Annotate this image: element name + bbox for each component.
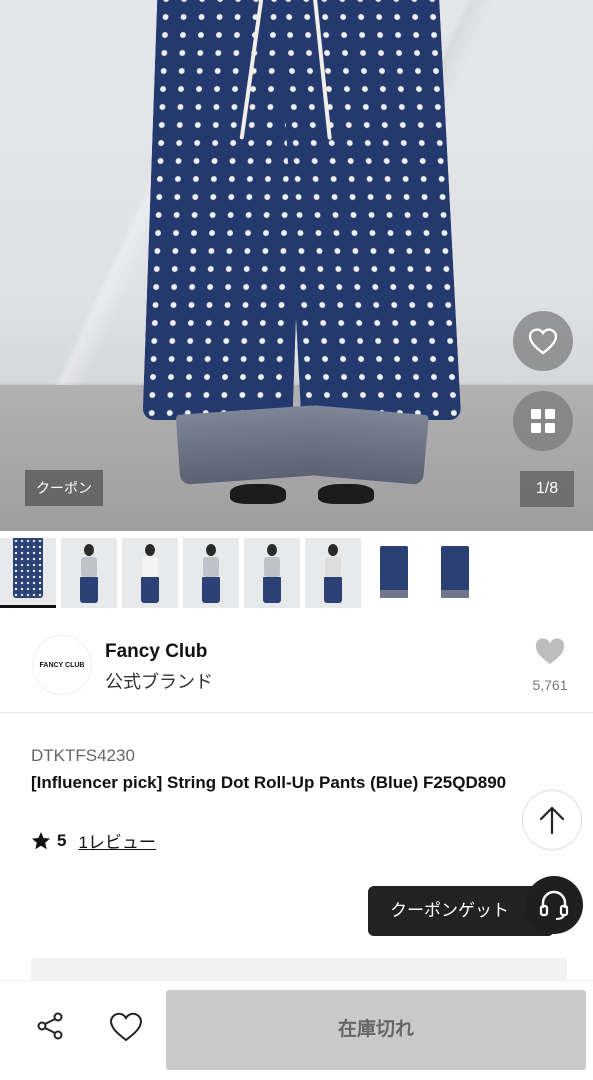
rating-score: 5: [57, 830, 67, 850]
thumbnail-strip[interactable]: [0, 538, 593, 614]
bottom-action-bar: 在庫切れ: [0, 980, 593, 1080]
thumbnail-image[interactable]: [244, 538, 300, 608]
wishlist-button[interactable]: [108, 1011, 144, 1048]
customer-support-button[interactable]: [525, 876, 583, 934]
brand-official-label: 公式ブランド: [105, 672, 213, 692]
shoe-right: [318, 484, 374, 504]
brand-favorite-button[interactable]: 5,761: [528, 638, 572, 693]
product-rating: 5 1レビュー: [31, 828, 156, 853]
thumbnail-image[interactable]: [183, 538, 239, 608]
like-button[interactable]: [513, 311, 573, 371]
divider: [0, 712, 593, 713]
pants-thumb: [13, 538, 43, 598]
coupon-tag: クーポン: [25, 470, 103, 506]
polka-dot-pants: [142, 0, 462, 430]
arrow-up-icon: [539, 806, 565, 835]
heart-icon: [109, 1012, 143, 1042]
product-code: DTKTFS4230: [31, 746, 135, 765]
brand-logo[interactable]: FANCY CLUB: [32, 635, 92, 695]
star-icon: [32, 831, 50, 849]
brand-row[interactable]: FANCY CLUB Fancy Club 公式ブランド 5,761: [0, 630, 593, 710]
shoe-left: [230, 484, 286, 504]
gallery-grid-button[interactable]: [513, 391, 573, 451]
thumbnail-image[interactable]: [61, 538, 117, 608]
brand-favorite-count: 5,761: [532, 677, 568, 693]
grid-icon: [531, 409, 555, 433]
scroll-to-top-button[interactable]: [522, 790, 582, 850]
thumbnail-image[interactable]: [305, 538, 361, 608]
product-main-image[interactable]: クーポン 1/8: [0, 0, 593, 531]
headset-icon: [539, 890, 569, 920]
thumbnail-image[interactable]: [122, 538, 178, 608]
pants-cuff-right: [305, 404, 429, 486]
sold-out-button[interactable]: 在庫切れ: [166, 990, 586, 1070]
share-icon: [37, 1012, 63, 1040]
heart-icon: [535, 638, 565, 664]
image-page-indicator: 1/8: [520, 471, 574, 507]
thumbnail-image[interactable]: [366, 538, 422, 608]
pants-cuff-left: [175, 405, 321, 485]
heart-icon: [528, 328, 558, 355]
pants-right-leg: [278, 0, 462, 420]
thumbnail-image[interactable]: [427, 538, 483, 608]
product-title: [Influencer pick] String Dot Roll-Up Pan…: [31, 773, 507, 792]
review-link[interactable]: 1レビュー: [78, 828, 155, 853]
brand-name[interactable]: Fancy Club: [105, 641, 207, 663]
thumbnail-image[interactable]: [0, 538, 56, 608]
share-button[interactable]: [35, 1011, 65, 1046]
